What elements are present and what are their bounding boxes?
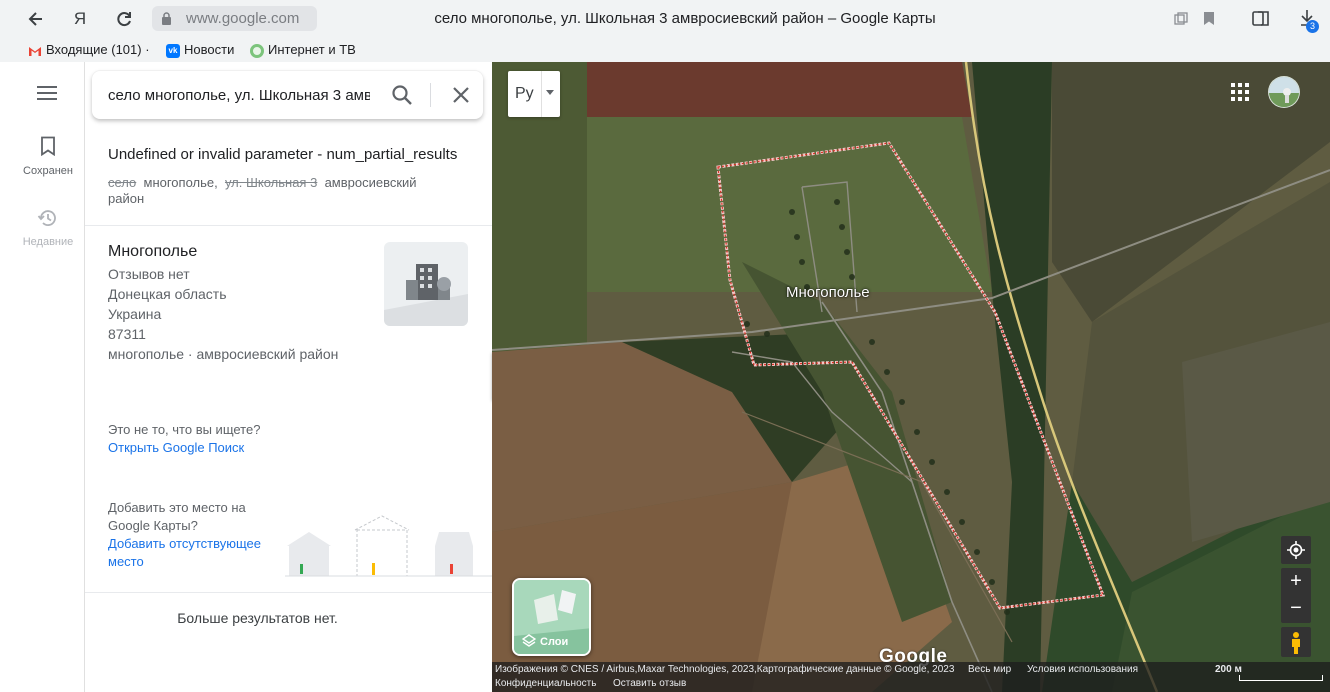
zoom-out-button[interactable]: − [1281, 595, 1311, 622]
my-location-button[interactable] [1281, 536, 1311, 564]
place-thumbnail[interactable] [384, 242, 468, 326]
zoom-in-button[interactable]: + [1281, 568, 1311, 595]
bookmarks-bar: Входящие (101) · vk Новости Интернет и ТВ [0, 38, 1330, 62]
gmail-icon [29, 46, 41, 56]
open-google-search-link[interactable]: Открыть Google Поиск [108, 440, 244, 455]
scale-label[interactable]: 200 м [1215, 664, 1242, 675]
world-link[interactable]: Весь мир [968, 664, 1011, 675]
results-panel: Undefined or invalid parameter - num_par… [85, 62, 492, 692]
rail-recent[interactable]: Недавние [12, 207, 84, 248]
result-name[interactable]: Многополье [108, 243, 197, 261]
apps-grid-icon[interactable] [1231, 83, 1249, 101]
add-missing-place-link[interactable]: Добавить отсутствующее место [108, 535, 278, 571]
caret-down-icon[interactable] [546, 90, 554, 95]
feedback-link[interactable]: Оставить отзыв [613, 678, 686, 689]
search-box [92, 71, 483, 119]
query-tokens: село многополье, ул. Школьная 3 амвросие… [108, 175, 417, 206]
bookmark-gmail[interactable]: Входящие (101) · [28, 41, 150, 59]
map-canvas[interactable]: Многополье Ру Слои + − Google Изображени… [492, 62, 1330, 692]
bookmark-vk[interactable]: vk Новости [166, 41, 234, 59]
bookmark-icon[interactable] [1196, 6, 1222, 32]
search-icon[interactable] [389, 82, 415, 108]
result-postcode: 87311 [108, 326, 146, 342]
zoom-controls: + − [1281, 568, 1311, 623]
privacy-link[interactable]: Конфиденциальность [495, 678, 596, 689]
history-icon [37, 210, 56, 226]
reader-icon[interactable] [1168, 6, 1194, 32]
map-language-button[interactable]: Ру [508, 71, 560, 117]
terms-link[interactable]: Условия использования [1027, 664, 1138, 675]
add-place-block: Добавить это место на Google Карты? Доба… [108, 499, 278, 571]
bookmark-outline-icon [41, 136, 55, 157]
close-icon[interactable] [450, 84, 472, 106]
map-place-label[interactable]: Многополье [786, 284, 870, 301]
result-region: Донецкая область [108, 286, 227, 302]
crosshair-icon [1287, 541, 1305, 559]
error-title: Undefined or invalid parameter - num_par… [108, 146, 458, 163]
rail-saved[interactable]: Сохранен [12, 136, 84, 177]
result-reviews: Отзывов нет [108, 266, 190, 282]
browser-toolbar: Я www.google.com село многополье, ул. Шк… [0, 0, 1330, 38]
satellite-imagery [492, 62, 1330, 692]
town-icon [384, 264, 468, 326]
not-found-question: Это не то, что вы ищете? [108, 422, 261, 437]
layers-icon [522, 634, 536, 647]
map-footer: Изображения © CNES / Airbus,Maxar Techno… [492, 662, 1330, 692]
downloads-icon[interactable]: 3 [1294, 6, 1320, 33]
bookmark-internet[interactable]: Интернет и ТВ [250, 41, 356, 59]
tab-title: село многополье, ул. Школьная 3 амвросие… [434, 10, 936, 27]
layers-button[interactable]: Слои [512, 578, 591, 656]
no-more-results: Больше результатов нет. [177, 610, 338, 626]
left-rail: Сохранен Недавние [12, 62, 85, 692]
search-input[interactable] [108, 83, 370, 107]
pegman-icon[interactable] [1281, 627, 1311, 657]
downloads-badge: 3 [1306, 20, 1319, 33]
menu-icon[interactable] [37, 86, 57, 104]
scale-bar [1239, 675, 1323, 681]
collections-icon[interactable] [1248, 6, 1274, 32]
result-country: Украина [108, 306, 162, 322]
map-attribution: Изображения © CNES / Airbus,Maxar Techno… [495, 664, 955, 675]
add-place-illustration [285, 515, 492, 577]
circle-icon [250, 43, 264, 58]
result-address: многополье · амвросиевский район [108, 346, 339, 362]
avatar[interactable] [1268, 76, 1300, 108]
vk-icon: vk [166, 43, 180, 58]
